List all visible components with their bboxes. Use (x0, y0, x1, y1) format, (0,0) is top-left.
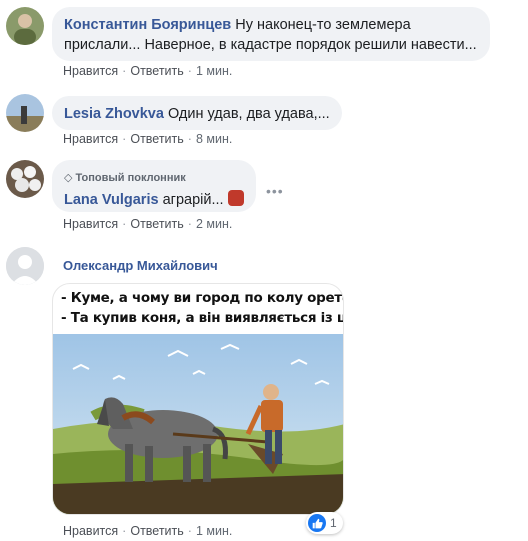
comment-actions: Нравится · Ответить · 1 мин. (63, 64, 233, 78)
comment-bubble: Lesia Zhovkva Один удав, два удава,... (52, 96, 342, 130)
plowing-illustration (53, 334, 343, 514)
comment-actions: Нравится · Ответить · 2 мин. (63, 217, 233, 231)
reply-link[interactable]: Ответить (130, 524, 183, 538)
reaction-summary[interactable]: 1 (306, 512, 343, 534)
comment-text: прислали... Наверное, в кадастре порядок… (64, 37, 477, 53)
comment-image[interactable]: - Куме, а чому ви город по колу орете? -… (52, 283, 344, 515)
more-options-icon[interactable]: ••• (266, 183, 284, 199)
reaction-count: 1 (330, 516, 337, 530)
avatar[interactable] (6, 7, 44, 45)
avatar[interactable] (6, 247, 44, 285)
image-caption-line: - Куме, а чому ви город по колу орете? (61, 290, 344, 306)
reply-link[interactable]: Ответить (130, 217, 183, 231)
comment-text: аграрій... (162, 192, 224, 208)
comment-bubble: ◇ Топовый поклонник Lana Vulgaris аграрі… (52, 160, 256, 212)
comment-text: Ну наконец-то землемера (235, 17, 411, 33)
comment-author[interactable]: Lana Vulgaris (64, 192, 159, 208)
like-link[interactable]: Нравится (63, 64, 118, 78)
like-link[interactable]: Нравится (63, 132, 118, 146)
comment-author[interactable]: Lesia Zhovkva (64, 106, 164, 122)
timestamp[interactable]: 1 мин. (196, 64, 232, 78)
comment-text: Один удав, два удава,... (167, 106, 330, 122)
reply-link[interactable]: Ответить (130, 132, 183, 146)
timestamp[interactable]: 2 мин. (196, 217, 232, 231)
avatar[interactable] (6, 160, 44, 198)
comment-actions: Нравится · Ответить · 8 мин. (63, 132, 233, 146)
image-caption-line: - Та купив коня, а він виявляється із ци… (61, 310, 343, 326)
top-fan-badge: ◇ Топовый поклонник (64, 172, 186, 184)
comment-author[interactable]: Константин Бояринцев (64, 17, 231, 33)
like-reaction-icon (308, 514, 326, 532)
diamond-badge-icon: ◇ (64, 172, 73, 184)
comment-author[interactable]: Олександр Михайлович (63, 258, 218, 273)
devil-emoji-icon (227, 190, 244, 206)
like-link[interactable]: Нравится (63, 524, 118, 538)
timestamp[interactable]: 8 мин. (196, 132, 232, 146)
reply-link[interactable]: Ответить (130, 64, 183, 78)
timestamp[interactable]: 1 мин. (196, 524, 232, 538)
avatar[interactable] (6, 94, 44, 132)
like-link[interactable]: Нравится (63, 217, 118, 231)
comment-actions: Нравится · Ответить · 1 мин. (63, 524, 233, 538)
comment-bubble: Константин Бояринцев Ну наконец-то земле… (52, 7, 490, 61)
